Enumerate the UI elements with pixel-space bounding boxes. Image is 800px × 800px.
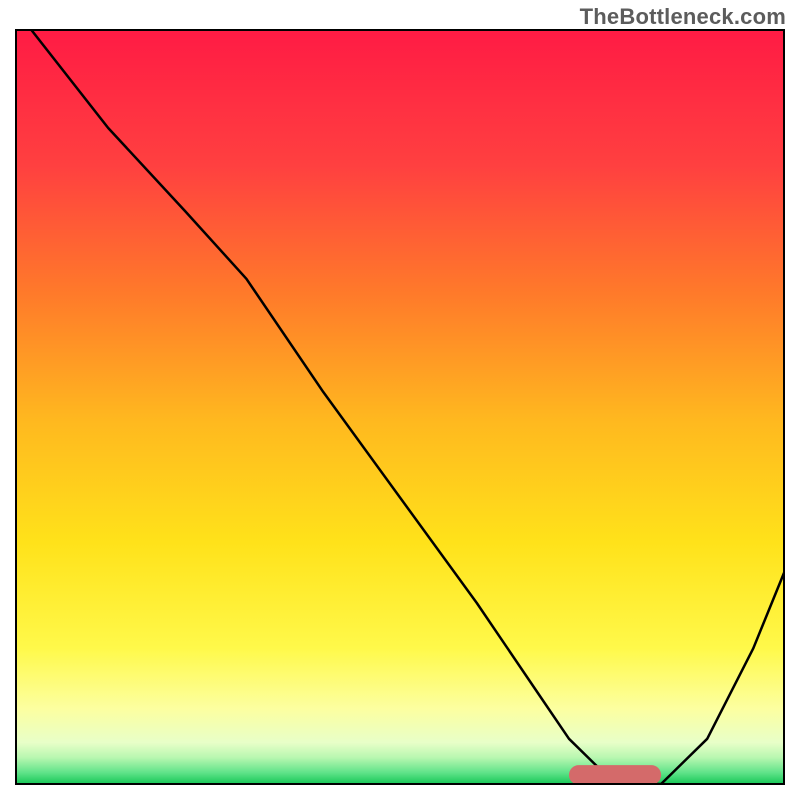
optimal-range-marker	[569, 765, 661, 785]
bottleneck-chart	[0, 0, 800, 800]
gradient-background	[16, 30, 784, 784]
chart-container: TheBottleneck.com	[0, 0, 800, 800]
watermark-text: TheBottleneck.com	[580, 4, 786, 30]
